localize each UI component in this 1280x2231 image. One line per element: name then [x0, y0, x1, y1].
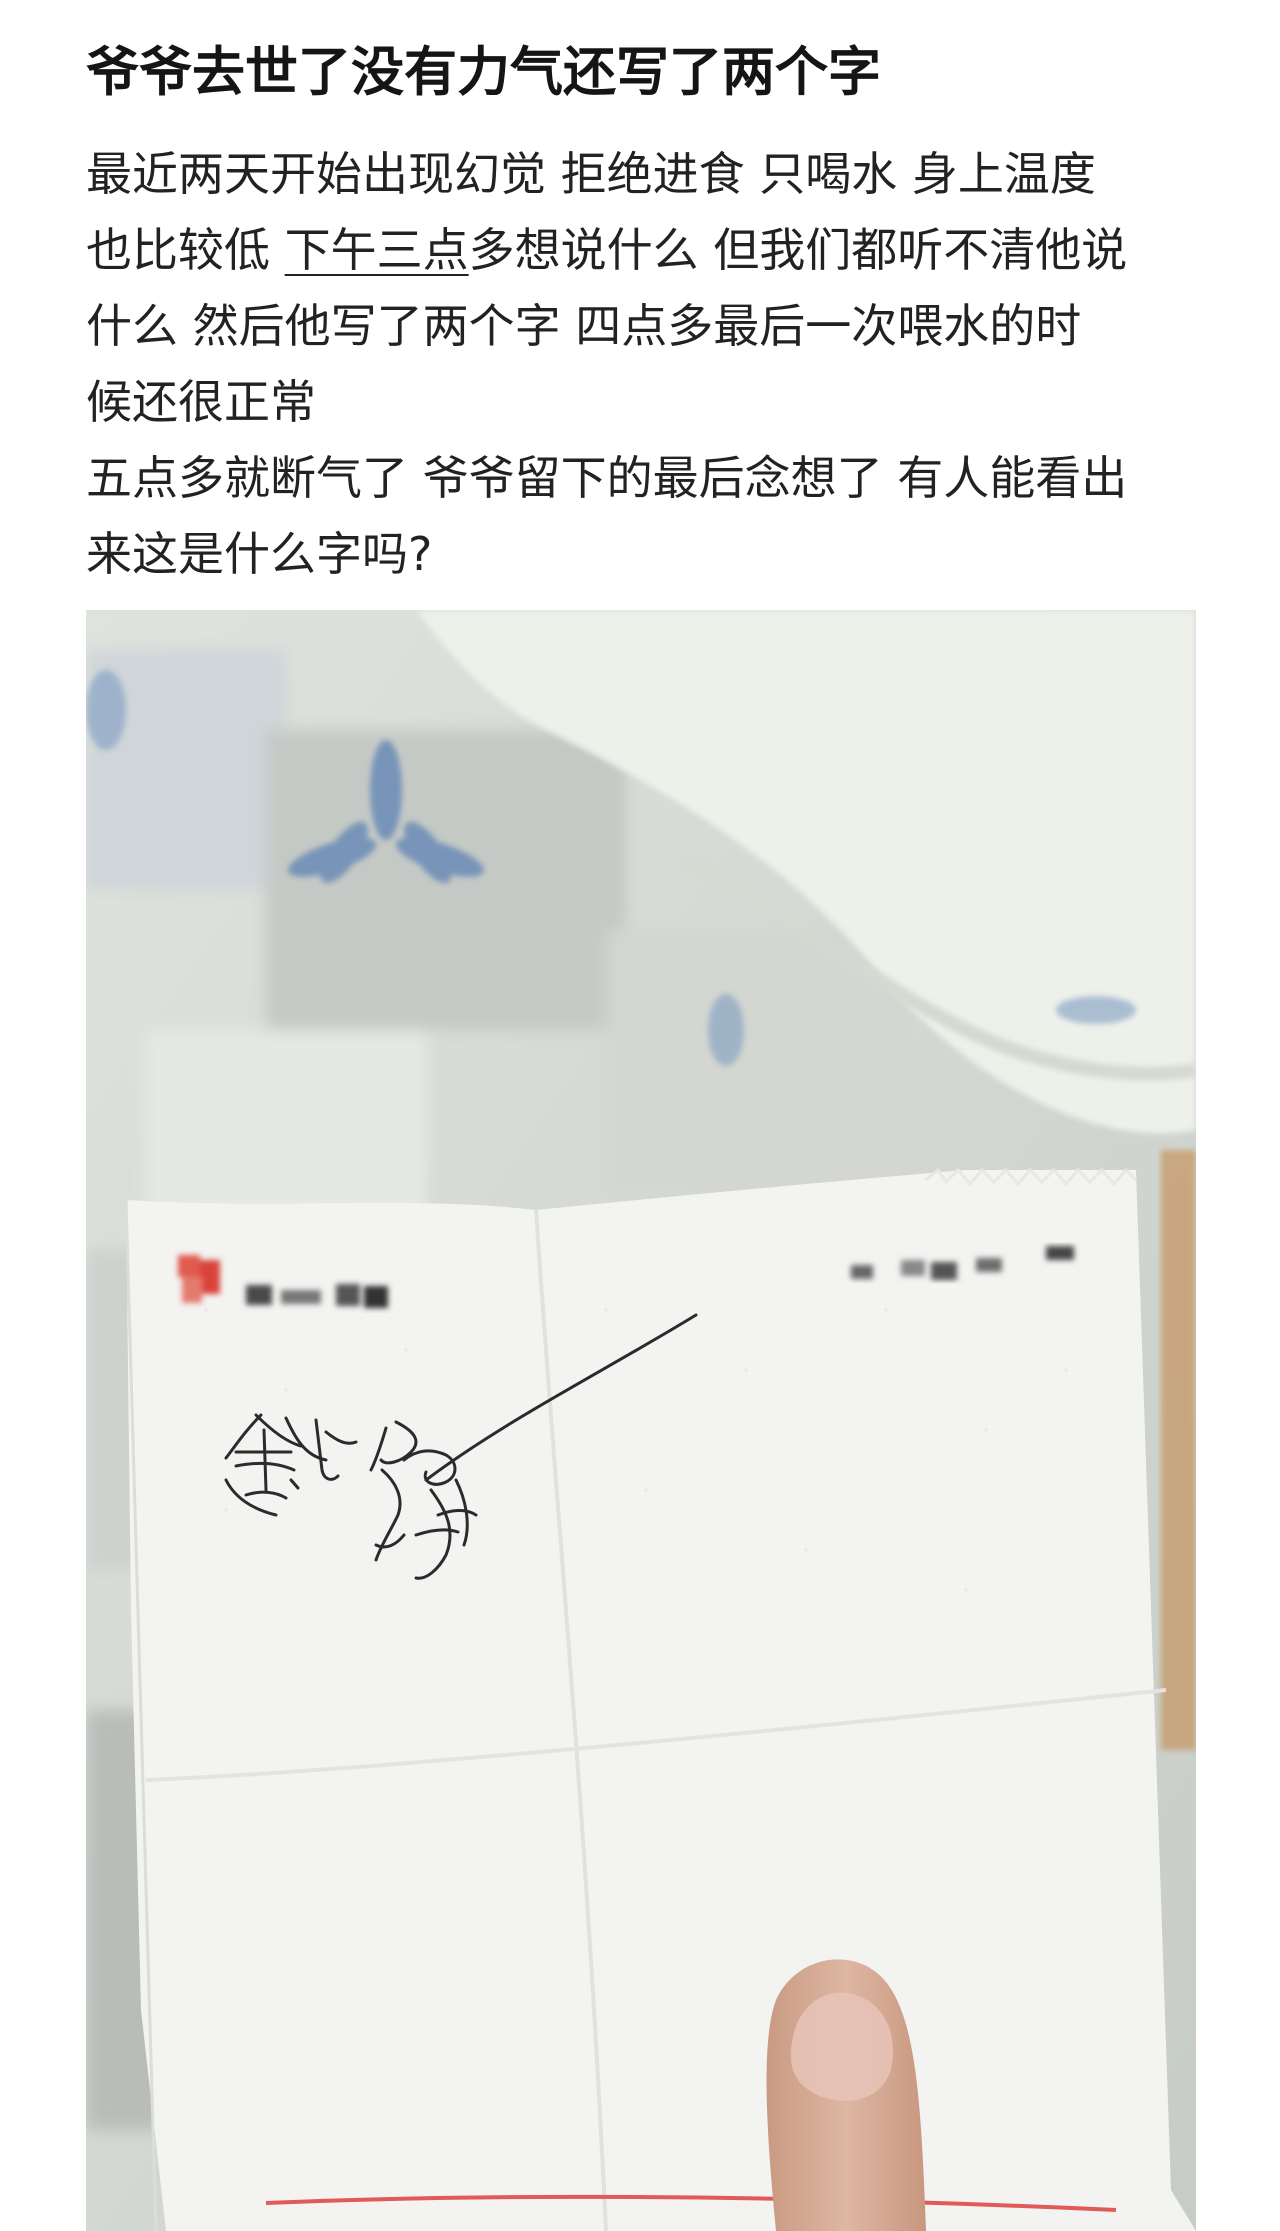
body-line-6: 来这是什么字吗?: [86, 527, 433, 581]
body-line-4: 候还很正常: [86, 375, 316, 429]
body-line-3: 什么 然后他写了两个字 四点多最后一次喂水的时: [86, 299, 1082, 353]
photo-illustration: [86, 610, 1196, 2231]
post-container: 爷爷去世了没有力气还写了两个字 最近两天开始出现幻觉 拒绝进食 只喝水 身上温度…: [0, 0, 1280, 2231]
post-photo[interactable]: [86, 610, 1196, 2231]
body-line-5: 五点多就断气了 爷爷留下的最后念想了 有人能看出: [86, 451, 1128, 505]
body-line-2: 也比较低 下午三点多想说什么 但我们都听不清他说: [86, 212, 1216, 288]
paper-note: [124, 1167, 1196, 2231]
body-line-2-end: 多想说什么 但我们都听不清他说: [468, 223, 1128, 277]
underlined-time-text: 下午三点: [284, 223, 469, 277]
post-body: 最近两天开始出现幻觉 拒绝进食 只喝水 身上温度 也比较低 下午三点多想说什么 …: [86, 136, 1216, 592]
body-line-2-start: 也比较低: [86, 223, 285, 277]
post-title: 爷爷去世了没有力气还写了两个字: [86, 42, 881, 103]
body-line-1: 最近两天开始出现幻觉 拒绝进食 只喝水 身上温度: [86, 147, 1096, 201]
